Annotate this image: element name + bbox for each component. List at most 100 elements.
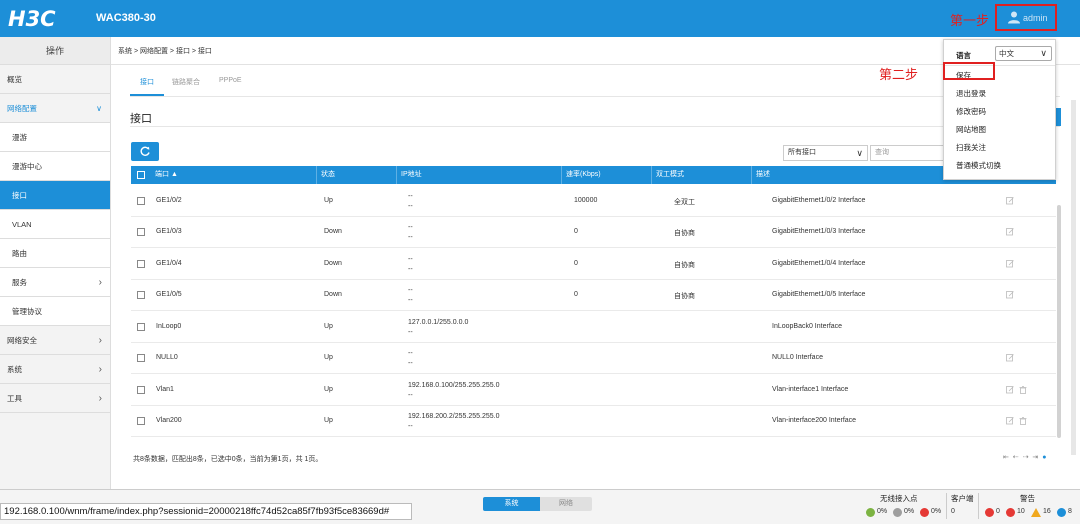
- pagination-controls[interactable]: ⇤ ⇠ ⇢ ⇥: [1003, 454, 1039, 461]
- delete-icon[interactable]: [1019, 417, 1027, 425]
- alarm-minor-icon[interactable]: [1031, 508, 1041, 517]
- column-status[interactable]: 状态: [316, 166, 396, 184]
- cell-port: Vlan200: [156, 417, 182, 424]
- menu-item-change-password[interactable]: 修改密码: [956, 106, 986, 117]
- table-row[interactable]: NULL0 Up -- -- NULL0 Interface: [131, 343, 1056, 374]
- column-label: 速率(Kbps): [566, 171, 601, 178]
- top-bar: [0, 0, 1080, 37]
- device-model: WAC380-30: [96, 12, 156, 24]
- table-row[interactable]: GE1/0/3 Down -- -- 0 自协商 GigabitEthernet1…: [131, 217, 1056, 248]
- h3c-logo: H3C: [8, 7, 56, 31]
- edit-icon[interactable]: [1006, 386, 1014, 394]
- cell-description: NULL0 Interface: [772, 354, 823, 361]
- column-label: 描述: [756, 171, 770, 178]
- cell-port: GE1/0/4: [156, 260, 182, 267]
- ap-offline-value: 0%: [904, 508, 915, 515]
- sidebar: 操作 概览 网络配置 ∨ 漫游 漫游中心 接口 VLAN 路由 服务 › 管理协议 …: [0, 37, 111, 489]
- cell-port: GE1/0/3: [156, 228, 182, 235]
- ip-value-2: --: [408, 266, 413, 273]
- edit-icon[interactable]: [1006, 228, 1014, 236]
- row-checkbox[interactable]: [137, 291, 145, 299]
- menu-item-site-map[interactable]: 网站地图: [956, 124, 986, 135]
- sidebar-item-services[interactable]: 服务 ›: [0, 268, 110, 297]
- row-checkbox[interactable]: [137, 228, 145, 236]
- select-all-checkbox[interactable]: [137, 171, 145, 179]
- cell-speed: 100000: [574, 197, 598, 204]
- ip-value-2: --: [408, 392, 413, 399]
- column-port[interactable]: 端口 ▲: [151, 166, 316, 184]
- chevron-right-icon: ›: [98, 335, 102, 346]
- edit-icon[interactable]: [1006, 197, 1014, 205]
- row-checkbox[interactable]: [137, 323, 145, 331]
- sidebar-item-network-config[interactable]: 网络配置 ∨: [0, 94, 110, 123]
- edit-icon[interactable]: [1006, 291, 1014, 299]
- table-row[interactable]: InLoop0 Up 127.0.0.1/255.0.0.0 -- InLoopB…: [131, 312, 1056, 343]
- sidebar-item-roaming-center[interactable]: 漫游中心: [0, 152, 110, 181]
- row-checkbox[interactable]: [137, 354, 145, 362]
- ip-value-2: --: [408, 423, 413, 430]
- tab-pppoe[interactable]: PPPoE: [219, 77, 242, 84]
- table-row[interactable]: GE1/0/5 Down -- -- 0 自协商 GigabitEthernet1…: [131, 280, 1056, 311]
- edit-icon[interactable]: [1006, 260, 1014, 268]
- table-row[interactable]: Vlan200 Up 192.168.200.2/255.255.255.0 --…: [131, 406, 1056, 437]
- sidebar-item-interface[interactable]: 接口: [0, 181, 110, 210]
- alarm-critical-icon[interactable]: [985, 508, 994, 517]
- sidebar-item-overview[interactable]: 概览: [0, 65, 110, 94]
- ap-fault-value: 0%: [931, 508, 942, 515]
- sidebar-item-network-security[interactable]: 网络安全 ›: [0, 326, 110, 355]
- sidebar-item-label: 网络配置: [7, 104, 37, 113]
- ap-online-value: 0%: [877, 508, 888, 515]
- cell-status: Up: [324, 417, 333, 424]
- sidebar-item-tools[interactable]: 工具 ›: [0, 384, 110, 413]
- menu-item-logout[interactable]: 退出登录: [956, 88, 986, 99]
- row-checkbox[interactable]: [137, 260, 145, 268]
- search-input[interactable]: 查询: [870, 145, 950, 161]
- sidebar-item-routing[interactable]: 路由: [0, 239, 110, 268]
- language-select[interactable]: 中文 ∨: [995, 46, 1052, 61]
- sidebar-item-label: 管理协议: [12, 307, 42, 316]
- cell-description: InLoopBack0 Interface: [772, 323, 843, 330]
- sidebar-item-management-protocol[interactable]: 管理协议: [0, 297, 110, 326]
- table-scrollbar[interactable]: [1057, 205, 1061, 438]
- alarm-critical-count: 0: [996, 508, 1000, 515]
- delete-icon[interactable]: [1019, 386, 1027, 394]
- tab-interface[interactable]: 接口: [140, 77, 154, 87]
- table-row[interactable]: GE1/0/2 Up -- -- 100000 全双工 GigabitEthern…: [131, 186, 1056, 217]
- user-icon[interactable]: [1007, 10, 1021, 24]
- location-pin-icon[interactable]: ●: [1042, 454, 1047, 461]
- filter-selected-value: 所有接口: [788, 149, 816, 156]
- admin-user-menu[interactable]: admin: [1023, 13, 1048, 23]
- table-row[interactable]: Vlan1 Up 192.168.0.100/255.255.255.0 -- V…: [131, 375, 1056, 406]
- column-speed[interactable]: 速率(Kbps): [561, 166, 651, 184]
- sidebar-item-vlan[interactable]: VLAN: [0, 210, 110, 239]
- sidebar-item-roaming[interactable]: 漫游: [0, 123, 110, 152]
- refresh-button[interactable]: [131, 142, 159, 161]
- step2-annotation: 第二步: [879, 68, 919, 83]
- row-checkbox[interactable]: [137, 197, 145, 205]
- edit-icon[interactable]: [1006, 354, 1014, 362]
- column-duplex[interactable]: 双工模式: [651, 166, 751, 184]
- interface-filter-select[interactable]: 所有接口 ∨: [783, 145, 868, 161]
- alarm-major-icon[interactable]: [1006, 508, 1015, 517]
- cell-description: GigabitEthernet1/0/4 Interface: [772, 260, 866, 267]
- mode-system-button[interactable]: 系统: [483, 497, 540, 511]
- menu-item-normal-mode[interactable]: 普通模式切换: [956, 160, 1001, 171]
- cell-port: NULL0: [156, 354, 178, 361]
- row-checkbox[interactable]: [137, 417, 145, 425]
- cell-status: Down: [324, 291, 342, 298]
- row-checkbox[interactable]: [137, 386, 145, 394]
- page-scrollbar[interactable]: [1071, 100, 1076, 455]
- cell-ip: 192.168.0.100/255.255.255.0 --: [408, 381, 499, 401]
- menu-item-follow-qr[interactable]: 扫我关注: [956, 142, 986, 153]
- hidden-action-button[interactable]: [1056, 108, 1061, 126]
- sort-asc-icon: ▲: [170, 171, 178, 178]
- table-row[interactable]: GE1/0/4 Down -- -- 0 自协商 GigabitEthernet1…: [131, 249, 1056, 280]
- edit-icon[interactable]: [1006, 417, 1014, 425]
- mode-network-button[interactable]: 网络: [540, 497, 592, 511]
- column-label: 双工模式: [656, 171, 684, 178]
- cell-speed: 0: [574, 291, 578, 298]
- alarm-info-icon[interactable]: [1057, 508, 1066, 517]
- sidebar-item-system[interactable]: 系统 ›: [0, 355, 110, 384]
- column-ip[interactable]: IP地址: [396, 166, 561, 184]
- tab-link-aggregation[interactable]: 链路聚合: [172, 77, 200, 87]
